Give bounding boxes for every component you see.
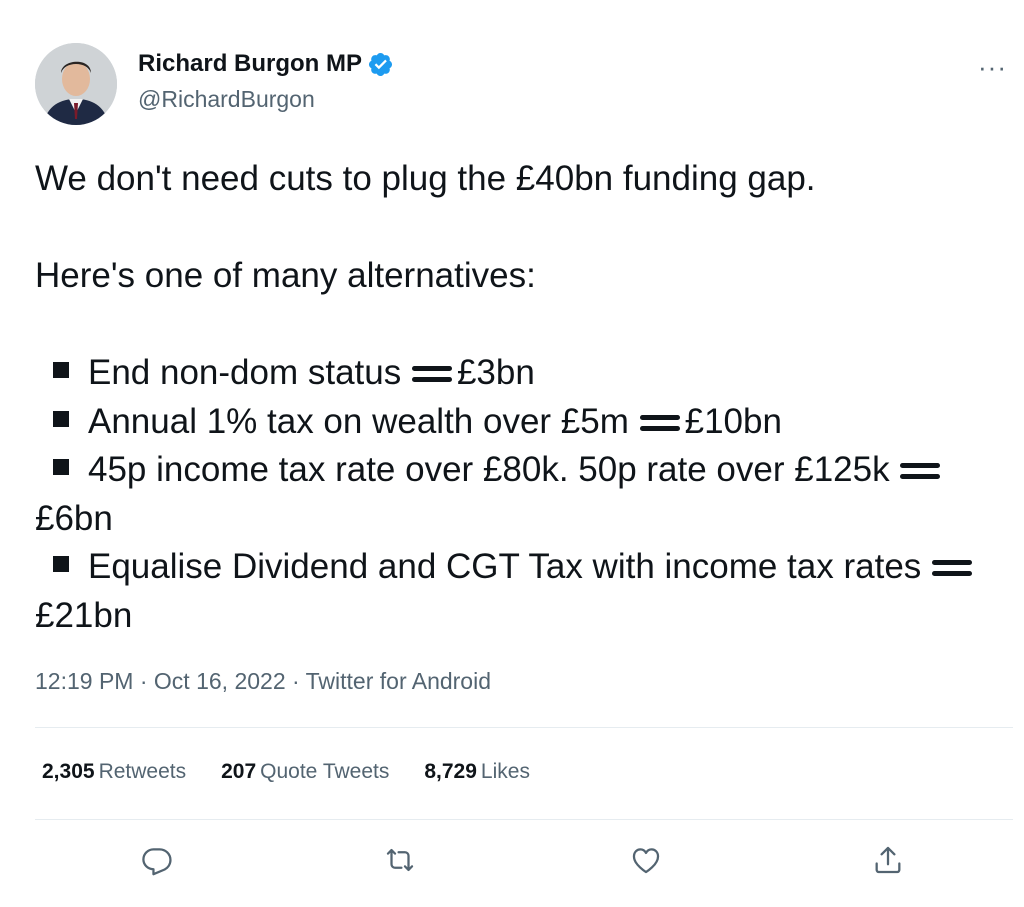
bullet-value: £3bn (456, 353, 535, 392)
likes-label: Likes (480, 760, 530, 783)
bullet-value: £10bn (684, 401, 782, 441)
tweet-source[interactable]: Twitter for Android (306, 668, 491, 694)
retweets-label: Retweets (98, 760, 187, 783)
equals-icon (639, 414, 680, 431)
quote-tweets-count: 207 (221, 760, 257, 783)
more-options-icon[interactable]: ··· (978, 52, 1007, 83)
bullet-text: 45p income tax rate over £80k. 50p rate … (88, 450, 900, 489)
share-button[interactable] (866, 838, 910, 882)
reply-icon (142, 848, 172, 876)
bullet-square-icon (53, 362, 69, 378)
action-bar (0, 838, 1024, 882)
author-handle[interactable]: @RichardBurgon (138, 86, 315, 113)
tweet-text: We don't need cuts to plug the £40bn fun… (35, 155, 995, 640)
like-icon (632, 848, 660, 874)
bullet-text: End non-dom status (88, 353, 411, 392)
tweet-time[interactable]: 12:19 PM (35, 668, 133, 694)
tweet-line-2: Here's one of many alternatives: (35, 256, 536, 295)
bullet-text: Equalise Dividend and CGT Tax with incom… (88, 547, 932, 586)
bullet-value: £6bn (35, 498, 113, 538)
equals-icon (900, 463, 941, 479)
like-button[interactable] (624, 838, 668, 882)
reply-button[interactable] (135, 838, 179, 882)
divider (35, 819, 1013, 820)
tweet-meta: 12:19 PM · Oct 16, 2022 · Twitter for An… (35, 668, 491, 695)
equals-icon (932, 560, 973, 576)
share-icon (875, 846, 901, 874)
likes-count: 8,729 (424, 760, 477, 783)
bullet-item: Equalise Dividend and CGT Tax with incom… (35, 543, 995, 640)
bullet-square-icon (53, 459, 69, 475)
meta-separator: · (139, 668, 154, 694)
divider (35, 727, 1013, 728)
bullet-square-icon (53, 410, 69, 427)
bullet-item: End non-dom status £3bn (35, 349, 995, 398)
bullet-square-icon (53, 556, 69, 572)
retweets-count: 2,305 (42, 760, 95, 783)
bullet-item: Annual 1% tax on wealth over £5m £10bn (35, 398, 995, 447)
verified-badge-icon (367, 51, 394, 78)
tweet-line-1: We don't need cuts to plug the £40bn fun… (35, 159, 816, 198)
equals-icon (411, 366, 452, 382)
retweet-button[interactable] (378, 838, 422, 882)
tweet-date[interactable]: Oct 16, 2022 (154, 668, 286, 694)
engagement-stats: 2,305 Retweets 207 Quote Tweets 8,729 Likes (42, 760, 565, 784)
bullet-text: Annual 1% tax on wealth over £5m (88, 401, 639, 441)
bullet-value: £21bn (35, 595, 133, 635)
retweets-stat[interactable]: 2,305 Retweets (42, 760, 186, 784)
quote-tweets-label: Quote Tweets (260, 760, 390, 783)
retweet-icon (386, 848, 414, 872)
author-name[interactable]: Richard Burgon MP (138, 50, 362, 78)
meta-separator: · (292, 668, 306, 694)
bullet-item: 45p income tax rate over £80k. 50p rate … (35, 446, 995, 543)
quote-tweets-stat[interactable]: 207 Quote Tweets (221, 760, 389, 784)
avatar[interactable] (35, 43, 117, 125)
likes-stat[interactable]: 8,729 Likes (424, 760, 530, 784)
